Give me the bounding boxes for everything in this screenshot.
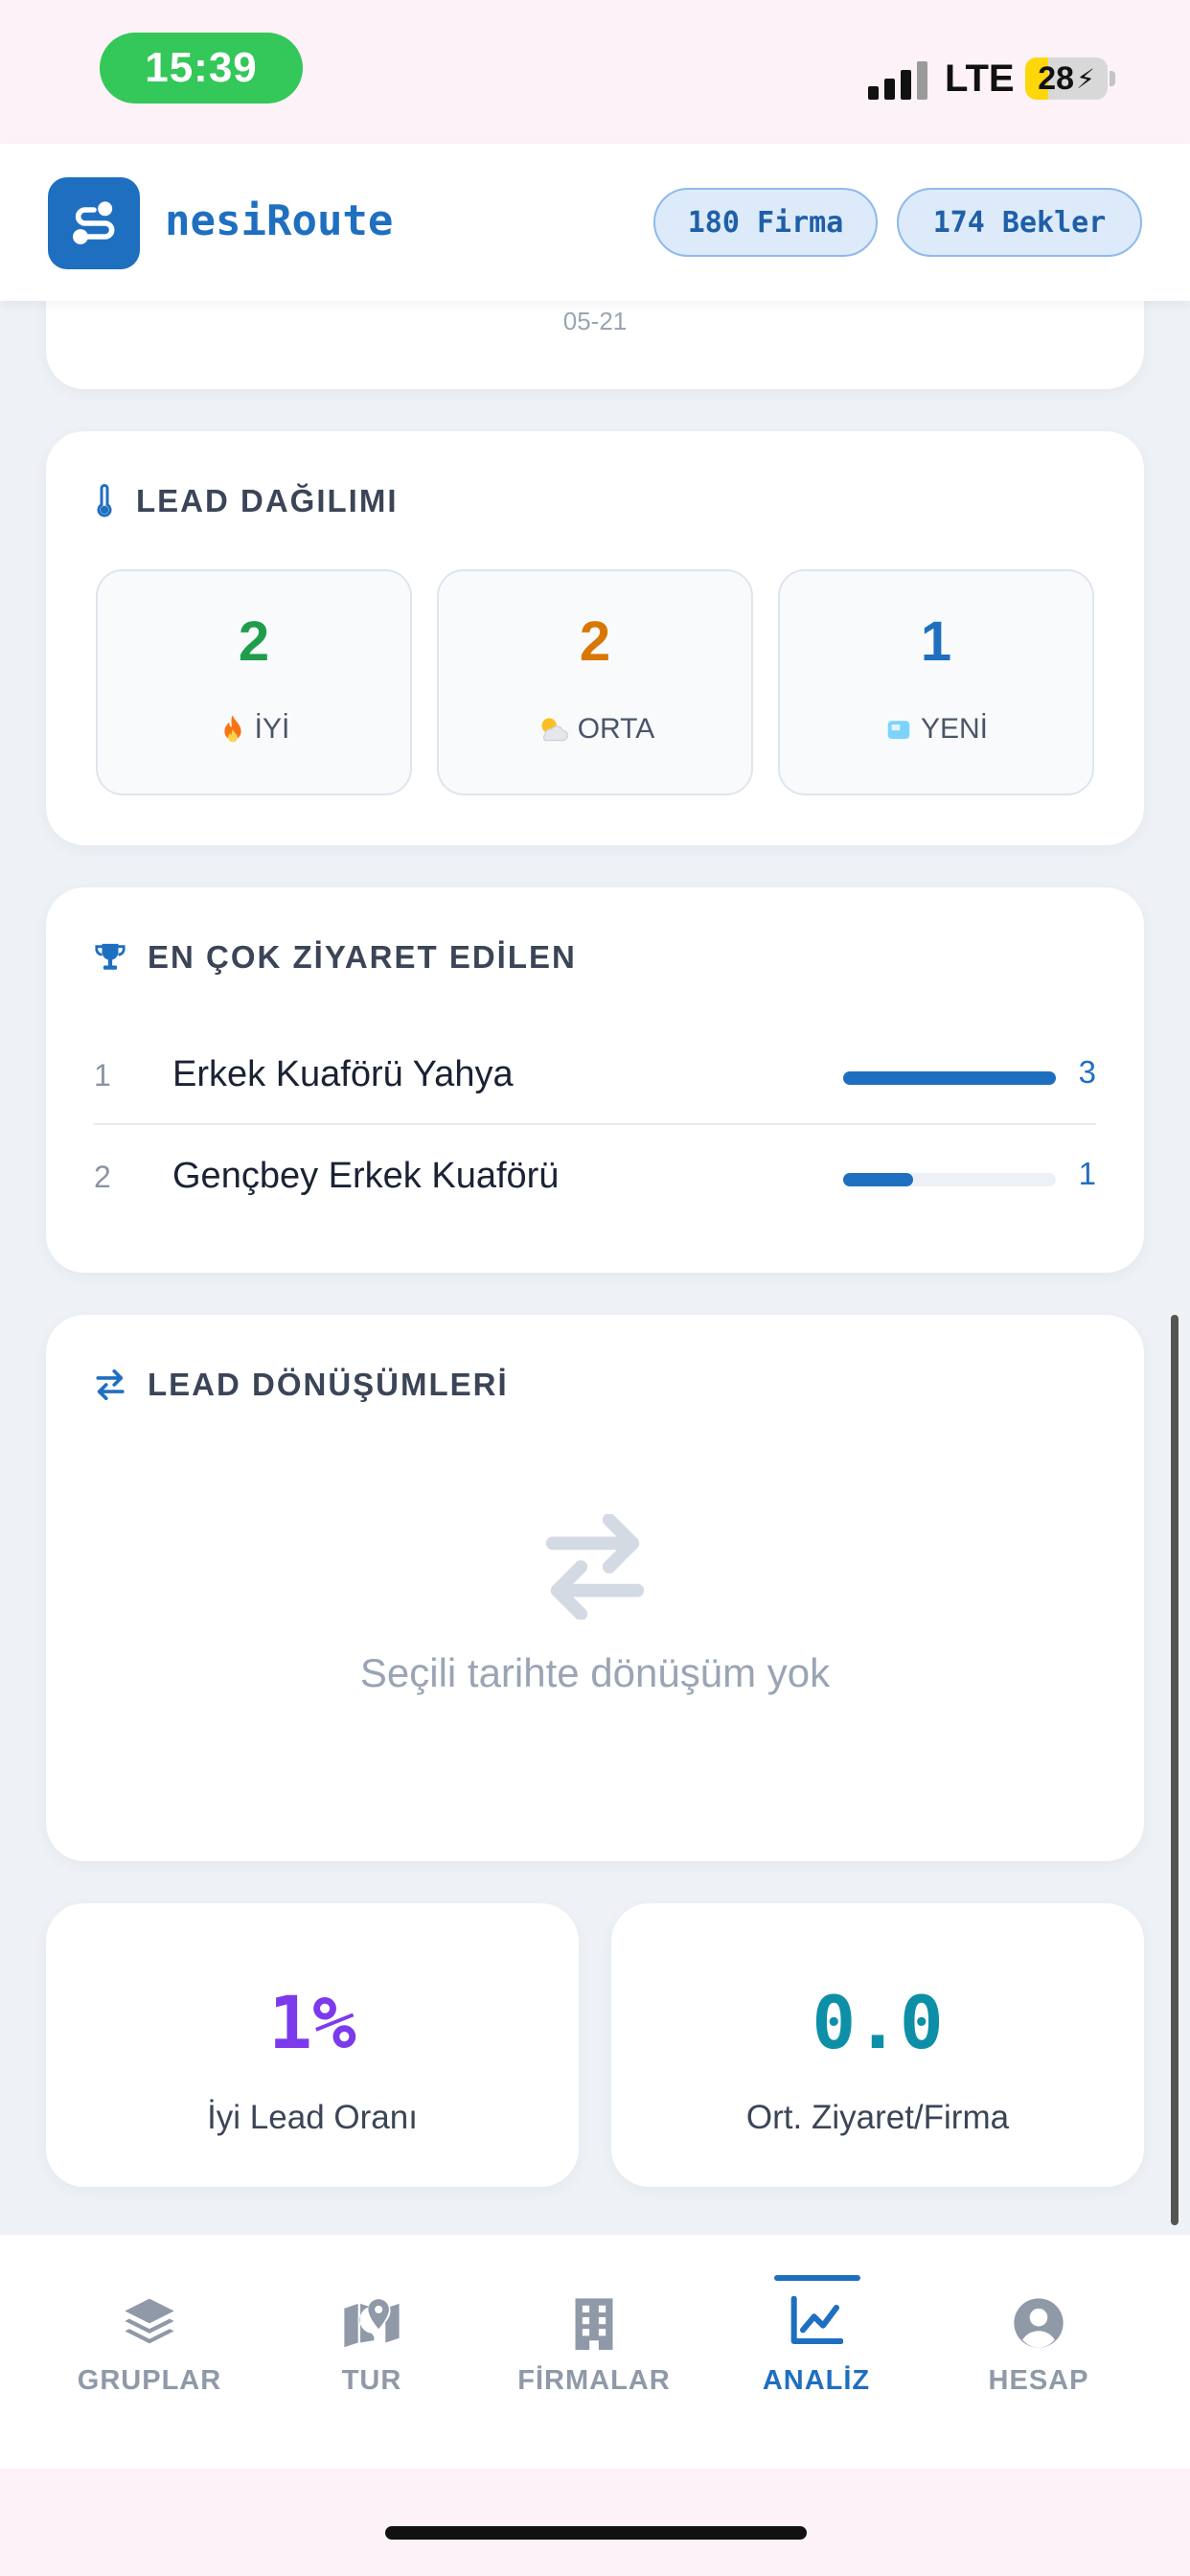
lead-medium-label: ORTA	[577, 713, 655, 745]
tab-firmalar-label: FİRMALAR	[517, 2365, 671, 2396]
sun-cloud-icon	[536, 714, 570, 745]
battery-nub	[1110, 71, 1115, 86]
lead-good-label: İYİ	[254, 713, 290, 745]
layers-icon	[54, 2296, 245, 2346]
good-lead-rate-card: 1% İyi Lead Oranı	[46, 1903, 579, 2187]
app-header: nesiRoute 180 Firma 174 Bekler	[0, 144, 1190, 301]
lead-distribution-card: LEAD DAĞILIMI 2 İYİ 2 ORTA 1 YENİ	[46, 431, 1144, 845]
lead-box-new[interactable]: 1 YENİ	[778, 569, 1094, 795]
firm-name: Erkek Kuaförü Yahya	[172, 1054, 514, 1094]
signal-icon	[868, 59, 927, 100]
bottom-nav: GRUPLAR TUR FİRMALAR ANALİZ HESAP	[0, 2235, 1190, 2469]
good-lead-rate-value: 1%	[268, 1980, 356, 2065]
swap-arrows-empty-icon	[538, 1512, 652, 1624]
building-icon	[498, 2296, 690, 2350]
visit-count: 1	[1078, 1156, 1096, 1191]
avg-visit-value: 0.0	[812, 1980, 944, 2065]
scrollbar[interactable]	[1171, 1315, 1179, 2225]
axis-date-label: 05-21	[562, 307, 628, 335]
home-indicator[interactable]	[385, 2526, 807, 2540]
tab-analiz[interactable]: ANALİZ	[721, 2235, 912, 2469]
list-item[interactable]: 2 Gençbey Erkek Kuaförü 1	[94, 1127, 1096, 1227]
map-pin-icon	[276, 2296, 468, 2348]
lead-box-good[interactable]: 2 İYİ	[96, 569, 412, 795]
tab-hesap[interactable]: HESAP	[943, 2235, 1134, 2469]
tab-gruplar[interactable]: GRUPLAR	[54, 2235, 245, 2469]
avg-visit-card: 0.0 Ort. Ziyaret/Firma	[611, 1903, 1144, 2187]
visit-bar-track	[843, 1071, 1056, 1085]
good-lead-rate-label: İyi Lead Oranı	[207, 2099, 418, 2136]
route-logo-icon[interactable]	[48, 177, 140, 269]
most-visited-card: EN ÇOK ZİYARET EDİLEN 1 Erkek Kuaförü Ya…	[46, 887, 1144, 1273]
visit-bar	[843, 1173, 914, 1186]
lead-box-medium[interactable]: 2 ORTA	[437, 569, 753, 795]
lead-medium-count: 2	[579, 610, 611, 673]
tab-analiz-label: ANALİZ	[762, 2365, 871, 2396]
lead-conversions-title: LEAD DÖNÜŞÜMLERİ	[94, 1367, 509, 1403]
avg-visit-label: Ort. Ziyaret/Firma	[745, 2099, 1010, 2136]
lead-conversions-card: LEAD DÖNÜŞÜMLERİ Seçili tarihte dönüşüm …	[46, 1315, 1144, 1861]
pending-count-chip[interactable]: 174 Bekler	[897, 188, 1142, 257]
visit-bar-track	[843, 1173, 1056, 1186]
tab-firmalar[interactable]: FİRMALAR	[498, 2235, 690, 2469]
chart-line-icon	[721, 2296, 912, 2346]
lead-new-count: 1	[920, 610, 952, 673]
tab-tur[interactable]: TUR	[276, 2235, 468, 2469]
status-time: 15:39	[100, 33, 303, 104]
most-visited-title: EN ÇOK ZİYARET EDİLEN	[94, 939, 577, 976]
firm-name: Gençbey Erkek Kuaförü	[172, 1156, 560, 1196]
tab-hesap-label: HESAP	[988, 2365, 1089, 2396]
status-bar: 15:39 LTE 28 ⚡	[0, 0, 1190, 144]
rank-number: 2	[94, 1160, 111, 1194]
visit-bar	[843, 1071, 1056, 1085]
swap-arrows-icon	[94, 1369, 126, 1400]
lead-good-count: 2	[238, 610, 270, 673]
rank-number: 1	[94, 1058, 111, 1092]
home-indicator-area	[0, 2469, 1190, 2576]
visit-count: 3	[1078, 1054, 1096, 1090]
lead-distribution-title: LEAD DAĞILIMI	[94, 483, 398, 519]
trophy-icon	[94, 942, 126, 973]
fire-icon	[218, 714, 247, 745]
battery-percent: 28	[1038, 59, 1075, 97]
battery-icon: 28 ⚡	[1025, 58, 1108, 100]
empty-state-text: Seçili tarihte dönüşüm yok	[359, 1650, 831, 1695]
ice-cube-icon	[884, 715, 913, 744]
firma-count-chip[interactable]: 180 Firma	[653, 188, 878, 257]
lead-new-label: YENİ	[920, 713, 989, 745]
network-label: LTE	[945, 58, 1015, 100]
list-item[interactable]: 1 Erkek Kuaförü Yahya 3	[94, 1025, 1096, 1125]
thermometer-icon	[94, 484, 115, 518]
tab-tur-label: TUR	[341, 2365, 402, 2396]
tab-gruplar-label: GRUPLAR	[77, 2365, 222, 2396]
row-divider	[94, 1123, 1096, 1125]
user-circle-icon	[943, 2296, 1134, 2350]
brand-name: nesiRoute	[165, 196, 394, 245]
